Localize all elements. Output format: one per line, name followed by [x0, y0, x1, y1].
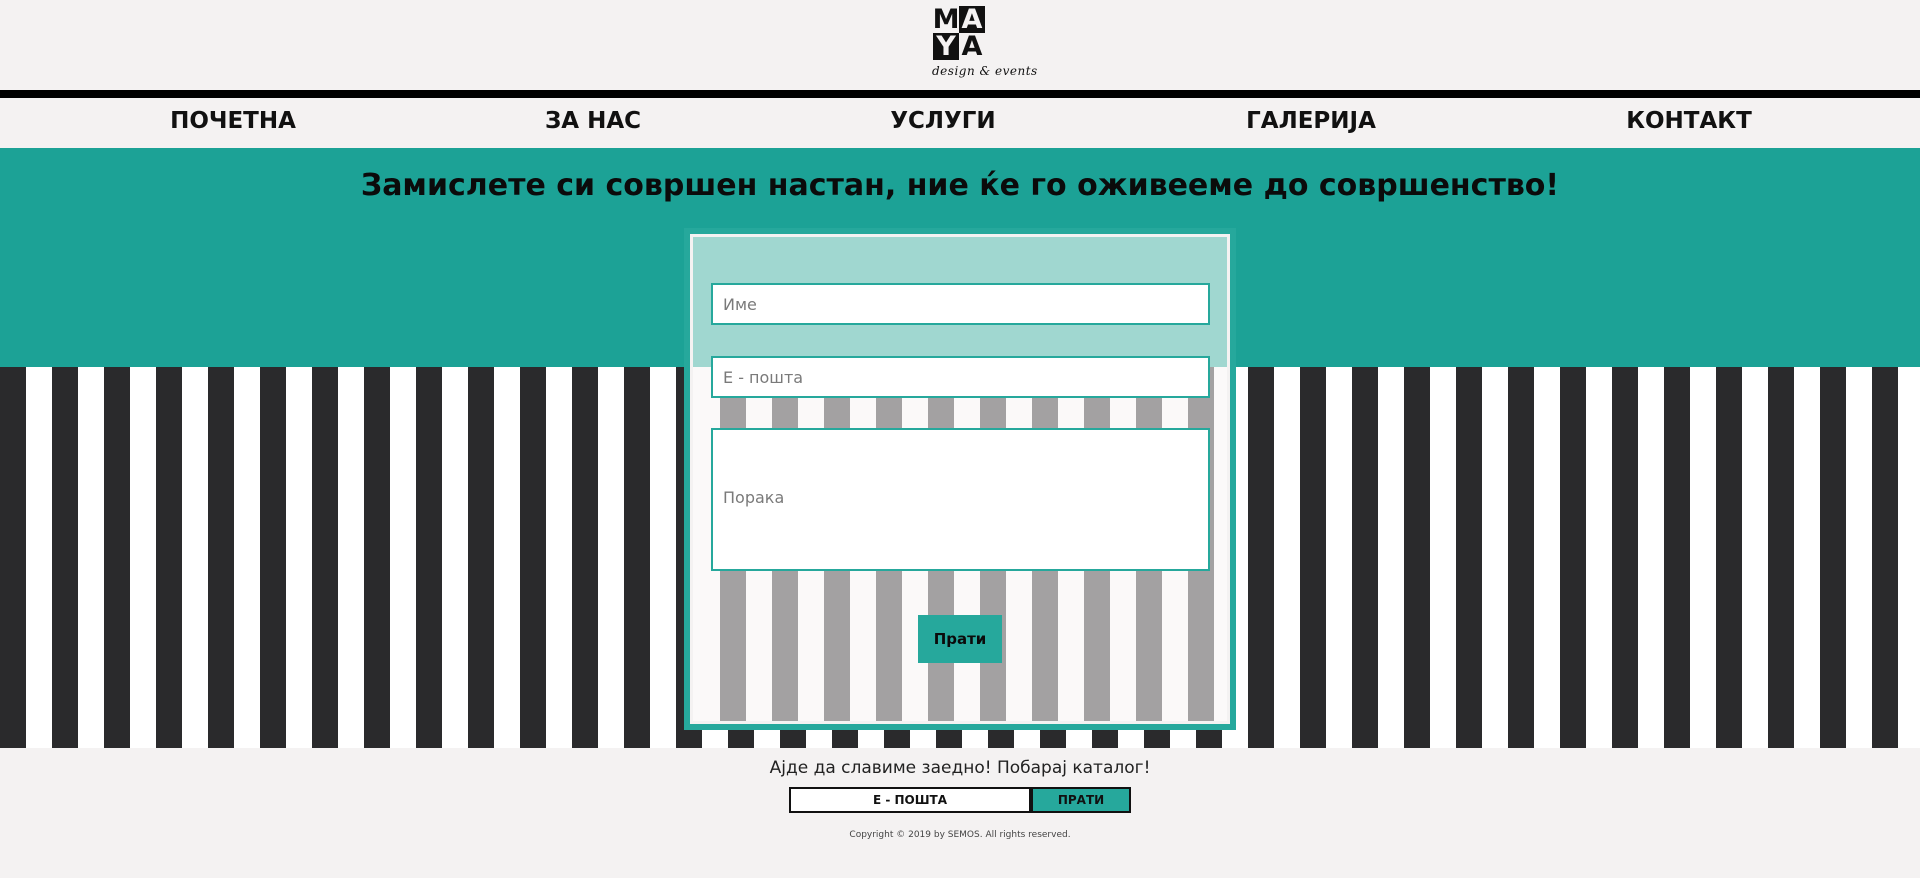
nav-item-gallery[interactable]: ГАЛЕРИЈА	[1246, 108, 1376, 134]
email-input[interactable]	[711, 356, 1210, 398]
logo-letters: M A Y A	[933, 6, 985, 60]
newsletter-email-input[interactable]	[789, 787, 1031, 813]
logo-letter-a: A	[959, 6, 985, 33]
logo-letter-y: Y	[933, 33, 959, 60]
nav-item-contact[interactable]: КОНТАКТ	[1626, 108, 1752, 134]
nav-divider	[0, 90, 1920, 98]
nav-item-home[interactable]: ПОЧЕТНА	[170, 108, 296, 134]
logo-letter-a2: A	[959, 33, 985, 60]
name-input[interactable]	[711, 283, 1210, 325]
site-header: M A Y A design & events	[0, 0, 1920, 90]
footer-tagline: Ајде да славиме заедно! Побарај каталог!	[769, 758, 1151, 778]
send-button[interactable]: Прати	[918, 615, 1002, 663]
copyright-text: Copyright © 2019 by SEMOS. All rights re…	[849, 830, 1071, 840]
nav-item-about[interactable]: ЗА НАС	[545, 108, 641, 134]
newsletter-form: ПРАТИ	[789, 787, 1131, 813]
site-footer: Ајде да славиме заедно! Побарај каталог!…	[0, 748, 1920, 878]
newsletter-send-button[interactable]: ПРАТИ	[1031, 787, 1131, 813]
message-textarea[interactable]	[711, 428, 1210, 571]
main-nav: ПОЧЕТНА ЗА НАС УСЛУГИ ГАЛЕРИЈА КОНТАКТ	[0, 98, 1920, 148]
contact-form: Прати	[684, 228, 1236, 730]
nav-item-services[interactable]: УСЛУГИ	[890, 108, 995, 134]
hero-title: Замислете си совршен настан, ние ќе го о…	[360, 168, 1560, 203]
logo-letter-m: M	[932, 4, 960, 35]
maya-logo[interactable]: M A Y A design & events	[930, 6, 1037, 86]
logo-tagline: design & events	[932, 64, 1038, 78]
